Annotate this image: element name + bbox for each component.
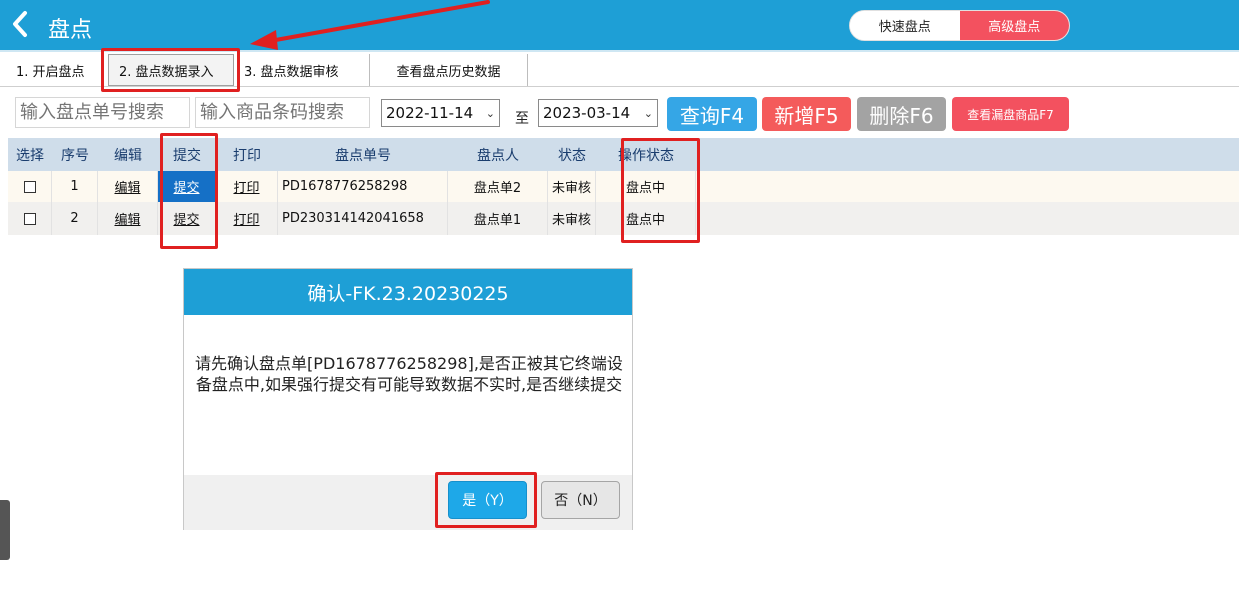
row-status: 未审核 [548,171,596,202]
header-counter: 盘点人 [477,147,519,164]
chevron-down-icon: ⌄ [643,106,653,120]
submit-link[interactable]: 提交 [173,209,199,228]
row-print-cell: 打印 [216,202,278,235]
date-from-value: 2022-11-14 [386,104,474,122]
yes-button[interactable]: 是（Y） [448,481,527,519]
header-submit: 提交 [173,147,201,164]
row-submit-cell: 提交 [158,171,216,202]
row-select-cell [8,171,52,202]
row-edit-cell: 编辑 [98,171,158,202]
tab-bar: 1. 开启盘点 2. 盘点数据录入 3. 盘点数据审核 查看盘点历史数据 [6,54,528,86]
row-submit-cell: 提交 [158,202,216,235]
print-link[interactable]: 打印 [233,177,259,196]
quick-inventory-button[interactable]: 快速盘点 [850,11,960,40]
confirm-dialog: 确认-FK.23.20230225 请先确认盘点单[PD167877625829… [183,268,633,530]
row-print-cell: 打印 [216,171,278,202]
no-button[interactable]: 否（N） [541,481,620,519]
mode-switch: 快速盘点 高级盘点 [849,10,1070,41]
advanced-inventory-button[interactable]: 高级盘点 [959,11,1069,40]
order-search-input[interactable] [15,97,190,128]
row-select-cell [8,202,52,235]
edit-link[interactable]: 编辑 [114,177,140,196]
submit-link[interactable]: 提交 [173,177,199,196]
add-button[interactable]: 新增F5 [762,97,851,131]
row-edit-cell: 编辑 [98,202,158,235]
tab-history[interactable]: 查看盘点历史数据 [370,54,528,86]
tab-data-review[interactable]: 3. 盘点数据审核 [234,54,370,86]
header-select: 选择 [16,147,44,164]
header-bar: 盘点 快速盘点 高级盘点 [0,0,1239,50]
tab-divider [0,86,1239,87]
delete-button[interactable]: 删除F6 [857,97,946,131]
view-missing-items-button[interactable]: 查看漏盘商品F7 [952,97,1069,131]
row-order-no: PD1678776258298 [278,171,448,202]
header-order-no: 盘点单号 [335,147,391,164]
row-op-status: 盘点中 [596,202,696,235]
date-from-select[interactable]: 2022-11-14 ⌄ [381,99,500,127]
dialog-message: 请先确认盘点单[PD1678776258298],是否正被其它终端设备盘点中,如… [195,354,623,394]
page-title: 盘点 [48,18,93,43]
date-to-value: 2023-03-14 [543,104,631,122]
row-index: 2 [52,202,98,235]
header-edit: 编辑 [114,147,142,164]
tab-start-inventory[interactable]: 1. 开启盘点 [6,54,102,86]
header-status: 状态 [558,147,586,164]
row-checkbox[interactable] [23,212,36,225]
back-arrow-icon[interactable] [10,10,30,38]
date-range-separator: 至 [515,111,529,127]
header-op-status: 操作状态 [618,147,674,164]
table-row[interactable]: 2 编辑 提交 打印 PD230314142041658 盘点单1 未审核 盘点… [8,202,1239,235]
edit-link[interactable]: 编辑 [114,209,140,228]
row-checkbox[interactable] [23,180,36,193]
table-header-row: 选择 序号 编辑 提交 打印 盘点单号 盘点人 状态 操作状态 [8,138,1239,171]
row-counter: 盘点单2 [448,171,548,202]
query-button[interactable]: 查询F4 [667,97,757,131]
inventory-page: 盘点 快速盘点 高级盘点 1. 开启盘点 2. 盘点数据录入 3. 盘点数据审核… [0,0,1239,603]
barcode-search-input[interactable] [195,97,370,128]
row-counter: 盘点单1 [448,202,548,235]
header-index: 序号 [61,147,89,164]
print-link[interactable]: 打印 [233,209,259,228]
dialog-title: 确认-FK.23.20230225 [184,269,632,315]
edge-handle[interactable] [0,500,10,560]
row-order-no: PD230314142041658 [278,202,448,235]
tab-data-entry[interactable]: 2. 盘点数据录入 [108,54,234,86]
row-status: 未审核 [548,202,596,235]
date-to-select[interactable]: 2023-03-14 ⌄ [538,99,658,127]
header-divider [0,50,1239,52]
table-row[interactable]: 1 编辑 提交 打印 PD1678776258298 盘点单2 未审核 盘点中 [8,171,1239,202]
chevron-down-icon: ⌄ [485,106,495,120]
row-index: 1 [52,171,98,202]
row-op-status: 盘点中 [596,171,696,202]
header-print: 打印 [233,147,261,164]
